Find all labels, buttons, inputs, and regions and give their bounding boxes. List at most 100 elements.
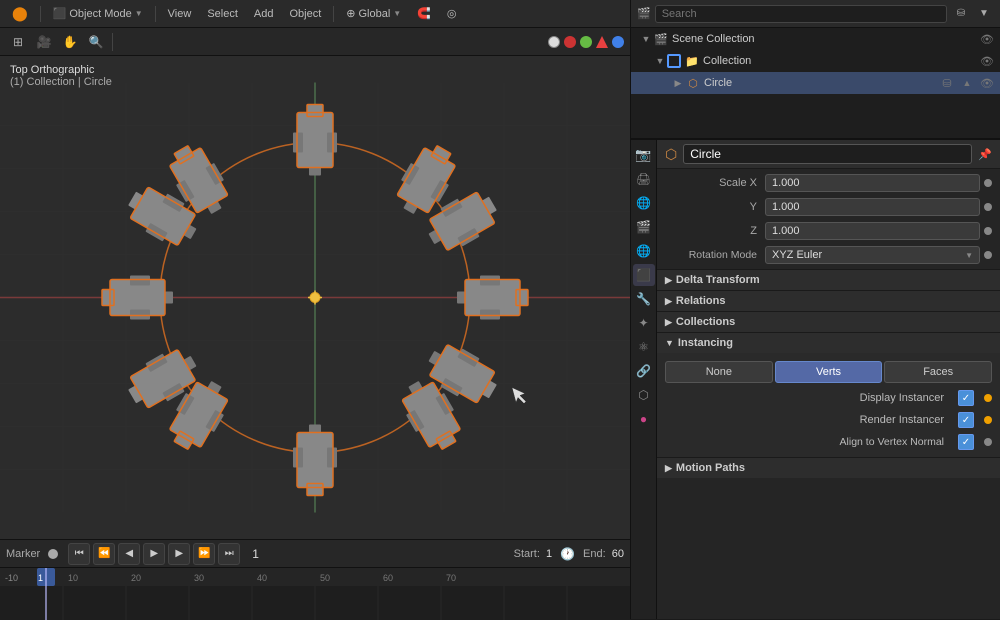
render-props-icon[interactable]: 📷 xyxy=(633,144,655,166)
scale-y-dot[interactable] xyxy=(984,203,992,211)
prev-keyframe-btn[interactable]: ◀ xyxy=(118,543,140,565)
constraints-icon[interactable]: 🔗 xyxy=(633,360,655,382)
object-name-input[interactable] xyxy=(683,144,972,164)
start-value[interactable]: 1 xyxy=(546,548,552,560)
marker-dot xyxy=(48,549,58,559)
align-vertex-checkbox[interactable]: ✓ xyxy=(958,434,974,450)
nav-dot-red xyxy=(564,36,576,48)
collection-hide-btn[interactable]: 👁 xyxy=(978,52,996,70)
tree-circle-object[interactable]: ▶ ⬡ Circle ⛁ ▲ 👁 xyxy=(631,72,1000,94)
outliner-restrict-btn[interactable]: ▼ xyxy=(974,4,994,24)
object-props-icon[interactable]: ⬛ xyxy=(633,264,655,286)
jump-start-btn[interactable]: ⏮ xyxy=(68,543,90,565)
object-label: Object xyxy=(289,8,321,20)
none-btn[interactable]: None xyxy=(665,361,773,383)
delta-transform-section[interactable]: ▶ Delta Transform xyxy=(657,269,1000,290)
faces-btn[interactable]: Faces xyxy=(884,361,992,383)
svg-text:40: 40 xyxy=(257,573,267,583)
end-value[interactable]: 60 xyxy=(612,548,624,560)
viewport[interactable]: Top Orthographic (1) Collection | Circle xyxy=(0,56,630,539)
snap-btn[interactable]: 🧲 xyxy=(411,5,437,22)
collection-checkbox[interactable] xyxy=(667,54,681,68)
instancing-section-header[interactable]: ▼ Instancing xyxy=(657,332,1000,353)
rotation-dot[interactable] xyxy=(984,251,992,259)
blender-menu[interactable]: ⬤ xyxy=(6,3,34,24)
data-props-icon[interactable]: ⬡ xyxy=(633,384,655,406)
verts-btn[interactable]: Verts xyxy=(775,361,883,383)
output-props-icon[interactable]: 🖨 xyxy=(633,168,655,190)
grid-btn[interactable]: ⊞ xyxy=(6,30,30,54)
material-props-icon[interactable]: ● xyxy=(633,408,655,430)
circle-filter-btn[interactable]: ⛁ xyxy=(938,74,956,92)
step-back-btn[interactable]: ⏪ xyxy=(93,543,115,565)
circle-hide-btn[interactable]: 👁 xyxy=(978,74,996,92)
next-keyframe-btn[interactable]: ▶ xyxy=(168,543,190,565)
physics-icon[interactable]: ⚛ xyxy=(633,336,655,358)
add-label: Add xyxy=(254,8,274,20)
proportional-btn[interactable]: ◎ xyxy=(441,5,463,22)
transform-icon: ⊕ xyxy=(346,7,355,20)
collection-arrow[interactable]: ▼ xyxy=(653,56,667,66)
svg-text:20: 20 xyxy=(131,573,141,583)
separator-2 xyxy=(155,6,156,22)
separator-3 xyxy=(333,6,334,22)
motion-paths-section[interactable]: ▶ Motion Paths xyxy=(657,457,1000,478)
display-instancer-dot[interactable] xyxy=(984,394,992,402)
circle-triangle-btn[interactable]: ▲ xyxy=(958,74,976,92)
display-instancer-checkbox[interactable]: ✓ xyxy=(958,390,974,406)
view-menu[interactable]: View xyxy=(162,6,198,22)
scene-props-icon[interactable]: 🎬 xyxy=(633,216,655,238)
motion-paths-arrow: ▶ xyxy=(665,463,672,474)
align-vertex-dot[interactable] xyxy=(984,438,992,446)
scale-y-row: Y 1.000 xyxy=(657,195,1000,219)
transform-label: Global xyxy=(359,8,391,20)
zoom-btn[interactable]: 🔍 xyxy=(84,30,108,54)
transform-dropdown[interactable]: ⊕ Global ▼ xyxy=(340,5,407,22)
render-instancer-dot[interactable] xyxy=(984,416,992,424)
jump-end-btn[interactable]: ⏭ xyxy=(218,543,240,565)
scale-z-dot[interactable] xyxy=(984,227,992,235)
display-instancer-row: Display Instancer ✓ xyxy=(657,387,1000,409)
select-menu[interactable]: Select xyxy=(201,6,244,22)
outliner-search[interactable] xyxy=(655,5,947,23)
scale-z-value[interactable]: 1.000 xyxy=(765,222,980,240)
scene-hide-btn[interactable]: 👁 xyxy=(978,30,996,48)
timeline-controls: ⏮ ⏪ ◀ ▶ ▶ ⏩ ⏭ xyxy=(68,543,240,565)
rotation-mode-dropdown[interactable]: XYZ Euler ▼ xyxy=(765,246,980,264)
add-menu[interactable]: Add xyxy=(248,6,280,22)
relations-section[interactable]: ▶ Relations xyxy=(657,290,1000,311)
view-layer-icon[interactable]: 🌐 xyxy=(633,192,655,214)
current-frame[interactable]: 1 xyxy=(244,547,267,561)
scale-x-value[interactable]: 1.000 xyxy=(765,174,980,192)
scale-y-value[interactable]: 1.000 xyxy=(765,198,980,216)
play-btn[interactable]: ▶ xyxy=(143,543,165,565)
tree-scene-collection[interactable]: ▼ 🎬 Scene Collection 👁 xyxy=(631,28,1000,50)
scene-tree: ▼ 🎬 Scene Collection 👁 ▼ 📁 Collection 👁 xyxy=(631,28,1000,138)
collections-section[interactable]: ▶ Collections xyxy=(657,311,1000,332)
collection-vis-icons: 👁 xyxy=(978,52,996,70)
circle-arrow[interactable]: ▶ xyxy=(671,78,685,89)
scene-collection-arrow[interactable]: ▼ xyxy=(639,34,653,44)
modifier-props-icon[interactable]: 🔧 xyxy=(633,288,655,310)
hand-btn[interactable]: ✋ xyxy=(58,30,82,54)
timeline-track[interactable]: -10 10 20 30 40 50 60 70 1 xyxy=(0,568,630,620)
render-instancer-checkbox[interactable]: ✓ xyxy=(958,412,974,428)
world-props-icon[interactable]: 🌐 xyxy=(633,240,655,262)
timeline-header: Marker ⏮ ⏪ ◀ ▶ ▶ ⏩ ⏭ 1 Start: 1 xyxy=(0,540,630,568)
step-forward-btn[interactable]: ⏩ xyxy=(193,543,215,565)
blender-icon: ⬤ xyxy=(12,5,28,22)
scale-x-dot[interactable] xyxy=(984,179,992,187)
timeline-svg: -10 10 20 30 40 50 60 70 1 xyxy=(0,568,630,620)
motion-paths-label: Motion Paths xyxy=(676,462,745,474)
object-menu[interactable]: Object xyxy=(283,6,327,22)
particles-icon[interactable]: ✦ xyxy=(633,312,655,334)
props-pin-icon[interactable]: 📌 xyxy=(978,148,992,161)
start-text: Start: xyxy=(514,548,540,560)
properties-content: ⬡ 📌 Scale X 1.000 Y 1.000 xyxy=(657,140,1000,619)
svg-text:70: 70 xyxy=(446,573,456,583)
outliner-filter-btn[interactable]: ⛁ xyxy=(951,4,971,24)
camera-btn[interactable]: 🎥 xyxy=(32,30,56,54)
tree-collection[interactable]: ▼ 📁 Collection 👁 xyxy=(631,50,1000,72)
object-mode-dropdown[interactable]: ⬛ Object Mode ▼ xyxy=(47,5,149,22)
svg-text:1: 1 xyxy=(38,573,43,583)
